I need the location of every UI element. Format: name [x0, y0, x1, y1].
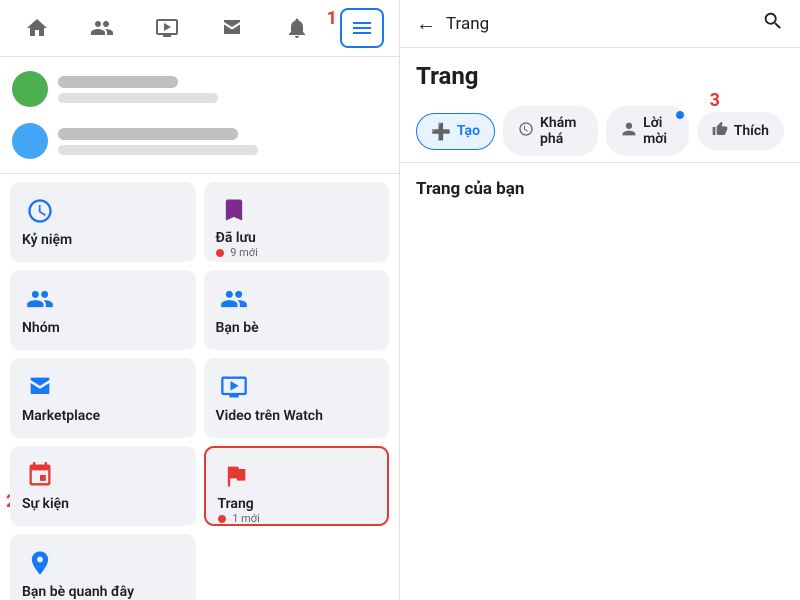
tab-tao-label: Tạo [457, 123, 480, 139]
user-sub-1 [58, 93, 218, 103]
user-item-2[interactable] [0, 115, 399, 167]
top-nav: 1 [0, 0, 399, 57]
avatar-2 [12, 123, 48, 159]
location-icon [22, 548, 58, 578]
avatar-1 [12, 71, 48, 107]
menu-label-video: Video trên Watch [216, 408, 323, 424]
tab-thich[interactable]: Thích [697, 112, 784, 150]
right-panel: ← Trang Trang 3 ➕ Tạo Khám phá Lời [400, 0, 800, 600]
menu-label-ban-be-quanh-day: Bạn bè quanh đây [22, 584, 134, 600]
trang-dot [218, 515, 226, 523]
discover-icon [518, 121, 534, 141]
loi-moi-dot [676, 111, 684, 119]
annotation-1: 1 [327, 8, 337, 29]
tabs-row: 3 ➕ Tạo Khám phá Lời mời Thích [400, 100, 800, 163]
annotation-3: 3 [710, 90, 720, 111]
da-luu-dot [216, 249, 224, 257]
notifications-icon[interactable] [275, 8, 319, 48]
plus-icon: ➕ [431, 122, 451, 141]
user-sub-2 [58, 145, 258, 155]
menu-label-ban-be: Bạn bè [216, 320, 259, 336]
tab-kham-pha[interactable]: Khám phá [503, 106, 598, 156]
menu-item-ban-be-quanh-day[interactable]: Bạn bè quanh đây [10, 534, 196, 600]
video-icon [216, 372, 252, 402]
menu-label-trang: Trang [218, 496, 254, 512]
like-icon [712, 121, 728, 141]
menu-label-su-kien: Sự kiện [22, 496, 69, 512]
menu-grid: 2 Kỷ niệm Đã lưu 9 mới Nhóm [0, 174, 399, 600]
header-title: Trang [446, 14, 489, 34]
right-header: ← Trang [400, 0, 800, 48]
menu-item-nhom[interactable]: Nhóm [10, 270, 196, 350]
invite-icon [621, 121, 637, 141]
watch-icon[interactable] [145, 8, 189, 48]
search-button[interactable] [762, 10, 784, 37]
menu-item-trang[interactable]: Trang 1 mới [204, 446, 390, 526]
right-content: Trang của bạn [400, 163, 800, 600]
user-name-1 [58, 76, 178, 88]
shop-icon [22, 372, 58, 402]
section-title: Trang của bạn [416, 179, 524, 199]
user-item-1[interactable] [0, 63, 399, 115]
da-luu-badge: 9 mới [216, 246, 258, 259]
user-info-2 [58, 128, 387, 155]
user-name-2 [58, 128, 238, 140]
menu-icon[interactable] [340, 8, 384, 48]
tab-kham-pha-label: Khám phá [540, 115, 583, 147]
menu-item-marketplace[interactable]: Marketplace [10, 358, 196, 438]
menu-item-da-luu[interactable]: Đã lưu 9 mới [204, 182, 390, 262]
clock-icon [22, 196, 58, 226]
people-icon [216, 284, 252, 314]
tab-loi-moi[interactable]: Lời mời [606, 106, 689, 156]
back-button[interactable]: ← [416, 11, 436, 36]
tab-thich-label: Thích [734, 123, 769, 139]
menu-label-da-luu: Đã lưu [216, 230, 256, 246]
home-icon[interactable] [15, 8, 59, 48]
menu-label-ky-niem: Kỷ niệm [22, 232, 72, 248]
tab-tao[interactable]: ➕ Tạo [416, 113, 495, 150]
groups-icon [22, 284, 58, 314]
menu-item-ban-be[interactable]: Bạn bè [204, 270, 390, 350]
menu-item-video[interactable]: Video trên Watch [204, 358, 390, 438]
bookmark-icon [216, 196, 252, 224]
menu-item-su-kien[interactable]: Sự kiện [10, 446, 196, 526]
menu-item-ky-niem[interactable]: Kỷ niệm [10, 182, 196, 262]
menu-label-marketplace: Marketplace [22, 408, 100, 424]
user-info-1 [58, 76, 387, 103]
tab-loi-moi-label: Lời mời [643, 115, 674, 147]
calendar-icon [22, 460, 58, 490]
friends-icon[interactable] [80, 8, 124, 48]
trang-badge: 1 mới [218, 512, 260, 525]
user-list [0, 57, 399, 174]
menu-label-nhom: Nhóm [22, 320, 60, 336]
header-left: ← Trang [416, 11, 489, 36]
trang-heading: Trang [400, 48, 800, 100]
left-panel: 1 2 Kỷ niệm [0, 0, 400, 600]
flag-icon [218, 462, 254, 490]
marketplace-nav-icon[interactable] [210, 8, 254, 48]
